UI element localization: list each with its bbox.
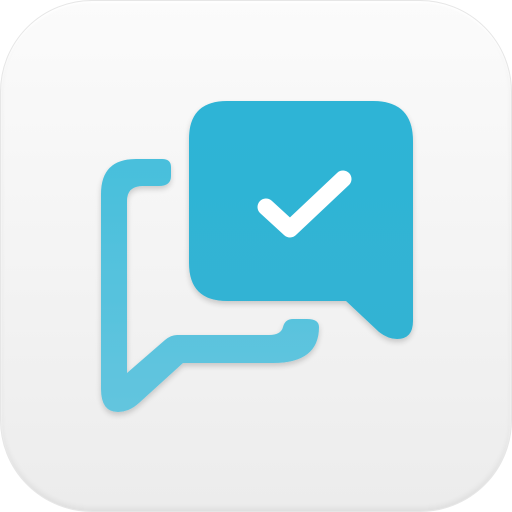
- app-icon-tile[interactable]: [0, 0, 512, 512]
- chat-bubbles-check-icon: [101, 101, 413, 412]
